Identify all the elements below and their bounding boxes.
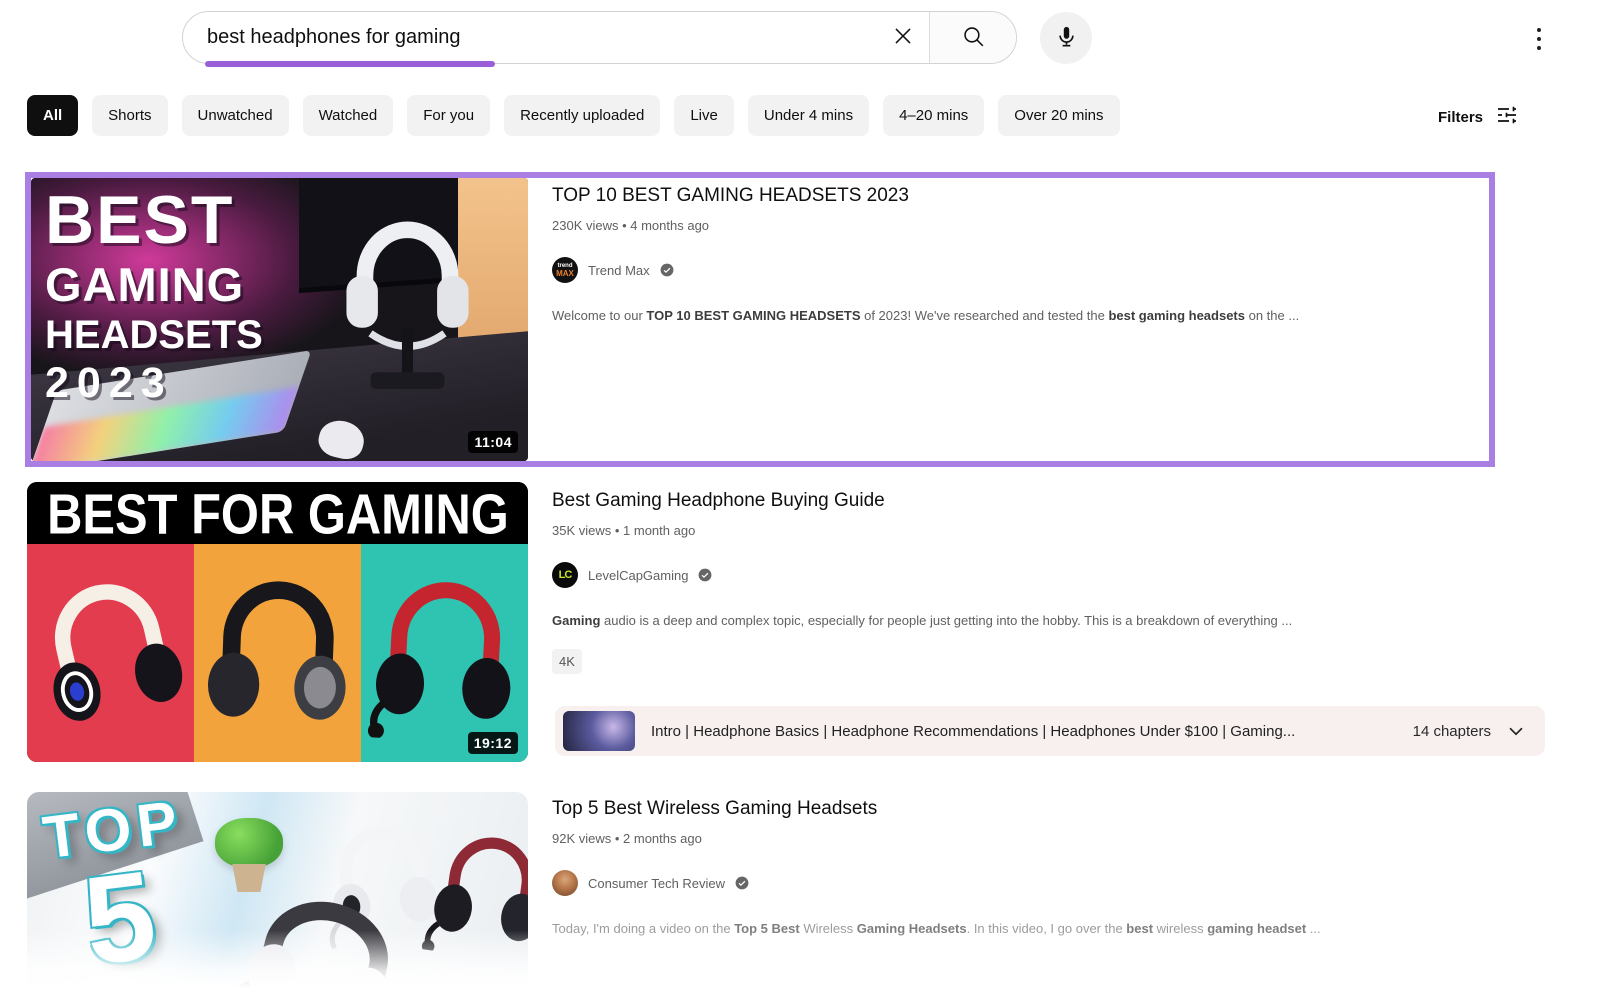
thumbnail-title-text: BEST GAMING HEADSETS 2023	[45, 186, 263, 405]
filter-chip-live[interactable]: Live	[674, 95, 734, 136]
search-underline	[205, 61, 495, 67]
video-description: Today, I'm doing a video on the Top 5 Be…	[552, 920, 1482, 938]
filters-label: Filters	[1438, 109, 1483, 126]
thumbnail-banner-text: BEST FOR GAMING	[27, 482, 528, 544]
tune-icon	[1495, 103, 1519, 131]
channel-name[interactable]: Consumer Tech Review	[588, 876, 725, 891]
duration-badge: 11:04	[468, 431, 518, 453]
video-meta: 230K views • 4 months ago	[552, 218, 1492, 233]
video-title[interactable]: Best Gaming Headphone Buying Guide	[552, 489, 1492, 513]
chapters-bar[interactable]: Intro | Headphone Basics | Headphone Rec…	[555, 706, 1545, 756]
headphone-illustration	[198, 561, 358, 746]
filter-chip-bar: All Shorts Unwatched Watched For you Rec…	[27, 95, 1120, 136]
video-thumbnail-3[interactable]: TOP 5	[27, 792, 528, 988]
channel-avatar[interactable]	[552, 870, 578, 896]
video-details-3: Top 5 Best Wireless Gaming Headsets 92K …	[552, 797, 1492, 938]
search-bar	[182, 11, 1017, 64]
video-title[interactable]: Top 5 Best Wireless Gaming Headsets	[552, 797, 1492, 821]
channel-row[interactable]: LC LevelCapGaming	[552, 562, 1492, 588]
channel-row[interactable]: trend MAX Trend Max	[552, 257, 1492, 283]
verified-badge-icon	[660, 263, 674, 277]
filter-chip-all[interactable]: All	[27, 95, 78, 136]
duration-badge: 19:12	[468, 732, 518, 754]
verified-badge-icon	[735, 876, 749, 890]
headset-illustration	[315, 192, 500, 402]
video-meta: 92K views • 2 months ago	[552, 831, 1492, 846]
filter-chip-over-20-mins[interactable]: Over 20 mins	[998, 95, 1119, 136]
filter-chip-for-you[interactable]: For you	[407, 95, 490, 136]
filter-chip-recently-uploaded[interactable]: Recently uploaded	[504, 95, 660, 136]
search-input[interactable]	[183, 12, 877, 63]
headphone-illustration	[365, 561, 525, 746]
filter-chip-under-4-mins[interactable]: Under 4 mins	[748, 95, 869, 136]
verified-badge-icon	[698, 568, 712, 582]
filter-chip-unwatched[interactable]: Unwatched	[182, 95, 289, 136]
thumbnail-title-text: 5	[78, 852, 162, 985]
headphone-illustration	[425, 818, 528, 963]
chevron-down-icon[interactable]	[1505, 720, 1527, 742]
search-icon	[961, 24, 986, 52]
filter-chip-watched[interactable]: Watched	[303, 95, 394, 136]
filters-button[interactable]: Filters	[1438, 104, 1519, 130]
headphone-illustration	[239, 888, 409, 988]
chapters-list-text: Intro | Headphone Basics | Headphone Rec…	[651, 723, 1395, 740]
thumbnail-plant-decor	[215, 818, 283, 868]
channel-name[interactable]: Trend Max	[588, 263, 650, 278]
video-thumbnail-1[interactable]: BEST GAMING HEADSETS 2023 11:04	[31, 178, 528, 461]
video-title[interactable]: TOP 10 BEST GAMING HEADSETS 2023	[552, 184, 1492, 208]
mic-button[interactable]	[1040, 12, 1092, 64]
clear-search-button[interactable]	[877, 12, 929, 63]
more-options-button[interactable]	[1524, 22, 1554, 56]
video-description: Welcome to our TOP 10 BEST GAMING HEADSE…	[552, 307, 1482, 325]
channel-avatar[interactable]: trend MAX	[552, 257, 578, 283]
channel-name[interactable]: LevelCapGaming	[588, 568, 688, 583]
search-button[interactable]	[930, 12, 1016, 63]
video-description: Gaming audio is a deep and complex topic…	[552, 612, 1482, 630]
close-icon	[890, 23, 916, 52]
video-thumbnail-2[interactable]: BEST FOR GAMING	[27, 482, 528, 762]
chapters-thumbnail	[563, 711, 635, 751]
video-details-2: Best Gaming Headphone Buying Guide 35K v…	[552, 489, 1492, 630]
quality-badge: 4K	[552, 649, 582, 674]
filter-chip-4-20-mins[interactable]: 4–20 mins	[883, 95, 984, 136]
headphone-illustration	[33, 563, 188, 743]
chapters-count: 14 chapters	[1413, 723, 1491, 740]
mic-icon	[1054, 24, 1079, 52]
filter-chip-shorts[interactable]: Shorts	[92, 95, 167, 136]
channel-avatar[interactable]: LC	[552, 562, 578, 588]
thumbnail-panels-decor	[27, 544, 528, 762]
video-details-1: TOP 10 BEST GAMING HEADSETS 2023 230K vi…	[552, 184, 1492, 325]
video-meta: 35K views • 1 month ago	[552, 523, 1492, 538]
kebab-icon	[1537, 28, 1541, 50]
channel-row[interactable]: Consumer Tech Review	[552, 870, 1492, 896]
